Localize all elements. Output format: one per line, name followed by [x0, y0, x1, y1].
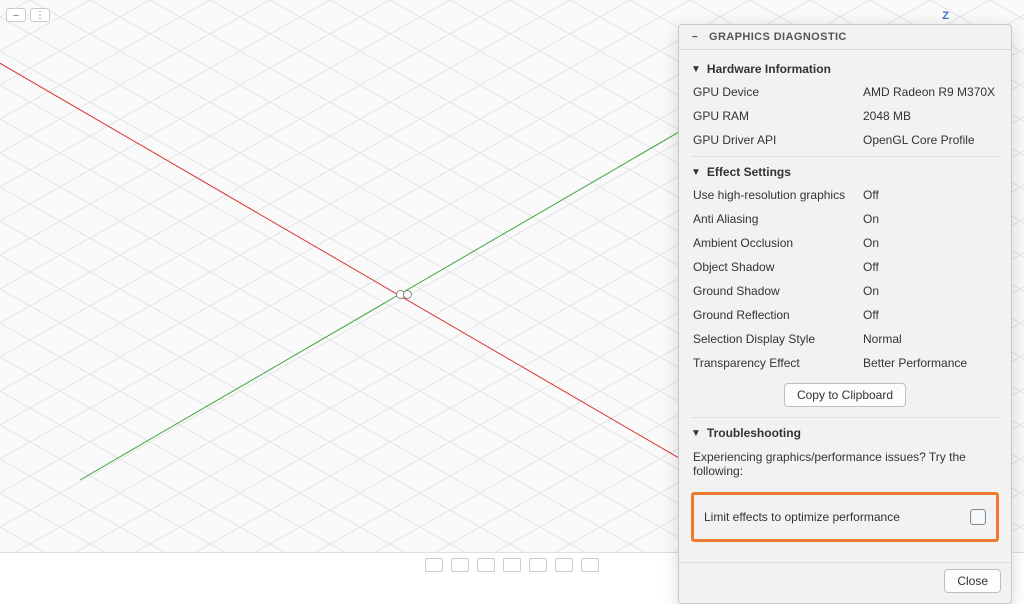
effect-row: Transparency EffectBetter Performance	[691, 351, 999, 375]
copy-to-clipboard-button[interactable]: Copy to Clipboard	[784, 383, 906, 407]
limit-effects-highlight: Limit effects to optimize performance	[691, 492, 999, 542]
tool-icon[interactable]	[425, 558, 443, 572]
effect-row: Ambient OcclusionOn	[691, 231, 999, 255]
effect-row: Ground ReflectionOff	[691, 303, 999, 327]
minus-icon[interactable]: –	[6, 8, 26, 22]
handle-icon[interactable]: ⋮	[30, 8, 50, 22]
tool-icon[interactable]	[451, 558, 469, 572]
limit-effects-checkbox[interactable]	[970, 509, 986, 525]
chevron-down-icon: ▼	[691, 428, 701, 439]
effect-row: Selection Display StyleNormal	[691, 327, 999, 351]
hw-row: GPU DeviceAMD Radeon R9 M370X	[691, 80, 999, 104]
effect-row: Use high-resolution graphicsOff	[691, 183, 999, 207]
collapse-icon[interactable]: −	[689, 31, 701, 43]
limit-effects-label: Limit effects to optimize performance	[704, 510, 900, 524]
effect-row: Object ShadowOff	[691, 255, 999, 279]
tool-icon[interactable]	[555, 558, 573, 572]
browser-collapse-strip[interactable]: – ⋮	[6, 6, 50, 24]
effect-row: Anti AliasingOn	[691, 207, 999, 231]
section-title: Troubleshooting	[707, 426, 801, 440]
section-title: Hardware Information	[707, 62, 831, 76]
origin-marker[interactable]	[396, 289, 416, 301]
panel-title: GRAPHICS DIAGNOSTIC	[709, 31, 847, 43]
hw-row: GPU Driver APIOpenGL Core Profile	[691, 128, 999, 152]
viewcube-z-label: Z	[942, 10, 949, 22]
tool-icon[interactable]	[477, 558, 495, 572]
chevron-down-icon: ▼	[691, 167, 701, 178]
section-hardware[interactable]: ▼ Hardware Information	[691, 54, 999, 80]
tool-icon[interactable]	[581, 558, 599, 572]
chevron-down-icon: ▼	[691, 64, 701, 75]
close-button[interactable]: Close	[944, 569, 1001, 593]
section-title: Effect Settings	[707, 165, 791, 179]
hw-row: GPU RAM2048 MB	[691, 104, 999, 128]
graphics-diagnostic-panel: − GRAPHICS DIAGNOSTIC ▼ Hardware Informa…	[678, 24, 1012, 604]
effect-row: Ground ShadowOn	[691, 279, 999, 303]
tool-icon[interactable]	[503, 558, 521, 572]
section-troubleshooting[interactable]: ▼ Troubleshooting	[691, 417, 999, 444]
tool-icon[interactable]	[529, 558, 547, 572]
troubleshoot-prompt: Experiencing graphics/performance issues…	[691, 444, 999, 488]
section-effect-settings[interactable]: ▼ Effect Settings	[691, 156, 999, 183]
